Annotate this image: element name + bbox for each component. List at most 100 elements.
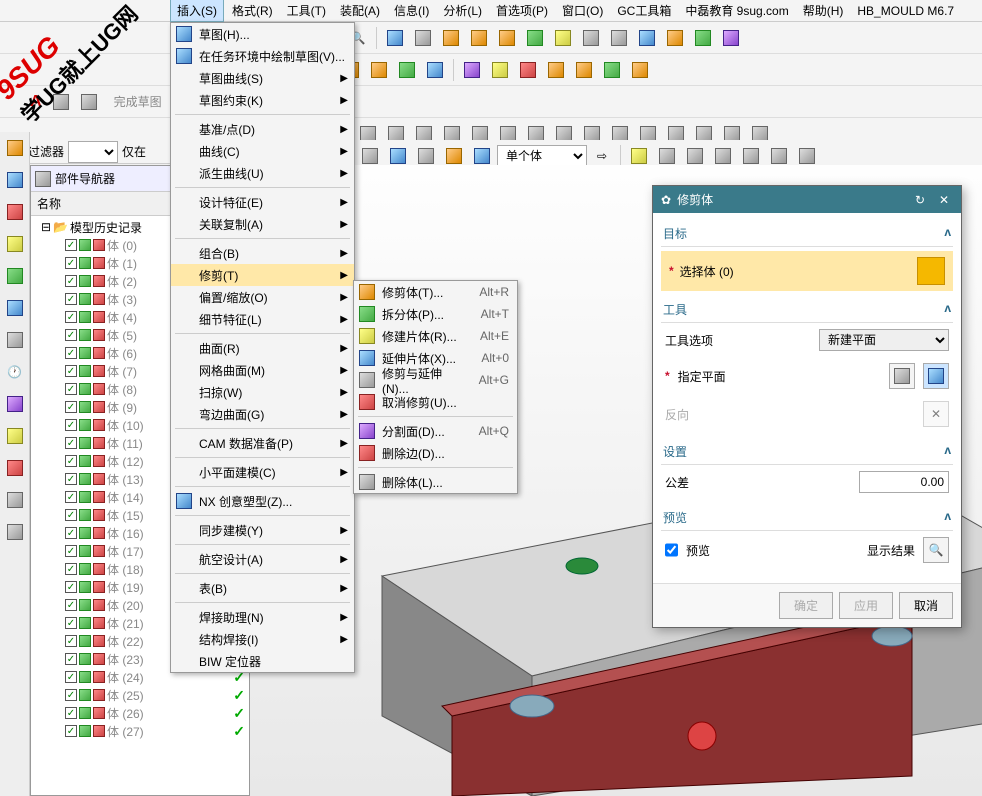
sb-tool[interactable] — [3, 424, 27, 448]
menu-0[interactable]: 插入(S) — [170, 0, 224, 22]
menu-item[interactable]: 同步建模(Y)▶ — [171, 519, 354, 541]
tb1-4[interactable] — [466, 25, 492, 51]
sb-flag[interactable] — [3, 456, 27, 480]
menu-item[interactable]: 草图曲线(S)▶ — [171, 67, 354, 89]
submenu-item[interactable]: 修剪体(T)...Alt+R — [354, 281, 517, 303]
submenu-item[interactable]: 修建片体(R)...Alt+E — [354, 325, 517, 347]
sb-color[interactable] — [3, 392, 27, 416]
submenu-item[interactable]: 取消修剪(U)... — [354, 391, 517, 413]
menu-2[interactable]: 工具(T) — [281, 0, 332, 21]
menu-item[interactable]: 偏置/缩放(O)▶ — [171, 286, 354, 308]
body-filter-combo[interactable]: 单个体 — [497, 145, 587, 167]
sb-clock[interactable]: 🕐 — [3, 360, 27, 384]
submenu-item[interactable]: 删除体(L)... — [354, 471, 517, 493]
menu-item[interactable]: 组合(B)▶ — [171, 242, 354, 264]
menu-item[interactable]: 在任务环境中绘制草图(V)... — [171, 45, 354, 67]
ok-button[interactable]: 确定 — [779, 592, 833, 619]
menu-1[interactable]: 格式(R) — [226, 0, 279, 21]
menu-item[interactable]: 关联复制(A)▶ — [171, 213, 354, 235]
apply-button[interactable]: 应用 — [839, 592, 893, 619]
tb2-15[interactable] — [571, 57, 597, 83]
tolerance-input[interactable] — [859, 471, 949, 493]
tb2-12[interactable] — [487, 57, 513, 83]
tree-item[interactable]: ✓体 (26)✓ — [33, 704, 247, 722]
menu-item[interactable]: 曲线(C)▶ — [171, 140, 354, 162]
tb1-7[interactable] — [550, 25, 576, 51]
menu-item[interactable]: 网格曲面(M)▶ — [171, 359, 354, 381]
menu-11[interactable]: HB_MOULD M6.7 — [851, 2, 960, 20]
plane-btn-2[interactable] — [923, 363, 949, 389]
tb1-9[interactable] — [606, 25, 632, 51]
show-result-btn[interactable]: 🔍 — [923, 537, 949, 563]
sb-sheet[interactable] — [3, 520, 27, 544]
tb1-13[interactable] — [718, 25, 744, 51]
tb2-13[interactable] — [515, 57, 541, 83]
menu-item[interactable]: 基准/点(D)▶ — [171, 118, 354, 140]
tb2-8[interactable] — [366, 57, 392, 83]
tb1-10[interactable] — [634, 25, 660, 51]
menu-item[interactable]: BIW 定位器 — [171, 650, 354, 672]
tb1-1[interactable] — [382, 25, 408, 51]
submenu-item[interactable]: 拆分体(P)...Alt+T — [354, 303, 517, 325]
tb1-6[interactable] — [522, 25, 548, 51]
tb1-8[interactable] — [578, 25, 604, 51]
tb1-11[interactable] — [662, 25, 688, 51]
tb3-1[interactable] — [48, 89, 74, 115]
menu-item[interactable]: 草图约束(K)▶ — [171, 89, 354, 111]
menu-item[interactable]: 细节特征(L)▶ — [171, 308, 354, 330]
sb-db[interactable] — [3, 232, 27, 256]
submenu-item[interactable]: 修剪与延伸(N)...Alt+G — [354, 369, 517, 391]
cancel-button[interactable]: 取消 — [899, 592, 953, 619]
filter-combo[interactable] — [68, 141, 118, 163]
sb-history[interactable] — [3, 328, 27, 352]
menu-item[interactable]: 结构焊接(I)▶ — [171, 628, 354, 650]
reset-icon[interactable]: ↻ — [911, 193, 929, 207]
menu-item[interactable]: 弯边曲面(G)▶ — [171, 403, 354, 425]
tb2-9[interactable] — [394, 57, 420, 83]
tree-item[interactable]: ✓体 (27)✓ — [33, 722, 247, 740]
menu-9[interactable]: 中磊教育 9sug.com — [679, 0, 794, 21]
menu-6[interactable]: 首选项(P) — [490, 0, 554, 21]
menu-4[interactable]: 信息(I) — [388, 0, 435, 21]
section-preview[interactable]: 预览ʌ — [661, 505, 953, 531]
tool-option-select[interactable]: 新建平面 — [819, 329, 949, 351]
close-icon[interactable]: ✕ — [935, 193, 953, 207]
tb2-17[interactable] — [627, 57, 653, 83]
menu-item[interactable]: 焊接助理(N)▶ — [171, 606, 354, 628]
dialog-titlebar[interactable]: ✿ 修剪体 ↻ ✕ — [653, 186, 961, 213]
menu-item[interactable]: 扫掠(W)▶ — [171, 381, 354, 403]
menu-item[interactable]: CAM 数据准备(P)▶ — [171, 432, 354, 454]
tree-item[interactable]: ✓体 (25)✓ — [33, 686, 247, 704]
menu-item[interactable]: 表(B)▶ — [171, 577, 354, 599]
menu-item[interactable]: 草图(H)... — [171, 23, 354, 45]
tb2-14[interactable] — [543, 57, 569, 83]
tb2-16[interactable] — [599, 57, 625, 83]
menu-item[interactable]: 派生曲线(U)▶ — [171, 162, 354, 184]
sb-books[interactable] — [3, 264, 27, 288]
section-tool[interactable]: 工具ʌ — [661, 297, 953, 323]
tb3-2[interactable] — [76, 89, 102, 115]
select-body-row[interactable]: * 选择体 (0) — [661, 251, 953, 291]
submenu-item[interactable]: 分割面(D)...Alt+Q — [354, 420, 517, 442]
menu-item[interactable]: NX 创意塑型(Z)... — [171, 490, 354, 512]
menu-item[interactable]: 曲面(R)▶ — [171, 337, 354, 359]
menu-5[interactable]: 分析(L) — [437, 0, 488, 21]
tb1-2[interactable] — [410, 25, 436, 51]
menu-item[interactable]: 设计特征(E)▶ — [171, 191, 354, 213]
menu-8[interactable]: GC工具箱 — [611, 0, 677, 21]
sb-constraint[interactable] — [3, 200, 27, 224]
tb1-5[interactable] — [494, 25, 520, 51]
section-settings[interactable]: 设置ʌ — [661, 439, 953, 465]
menu-10[interactable]: 帮助(H) — [797, 0, 850, 21]
sb-nav[interactable] — [3, 136, 27, 160]
submenu-item[interactable]: 删除边(D)... — [354, 442, 517, 464]
tb2-11[interactable] — [459, 57, 485, 83]
menu-3[interactable]: 装配(A) — [334, 0, 386, 21]
menu-7[interactable]: 窗口(O) — [556, 0, 609, 21]
section-target[interactable]: 目标ʌ — [661, 221, 953, 247]
sb-web[interactable] — [3, 296, 27, 320]
menu-item[interactable]: 小平面建模(C)▶ — [171, 461, 354, 483]
menu-item[interactable]: 修剪(T)▶ — [171, 264, 354, 286]
tb1-3[interactable] — [438, 25, 464, 51]
tb2-10[interactable] — [422, 57, 448, 83]
